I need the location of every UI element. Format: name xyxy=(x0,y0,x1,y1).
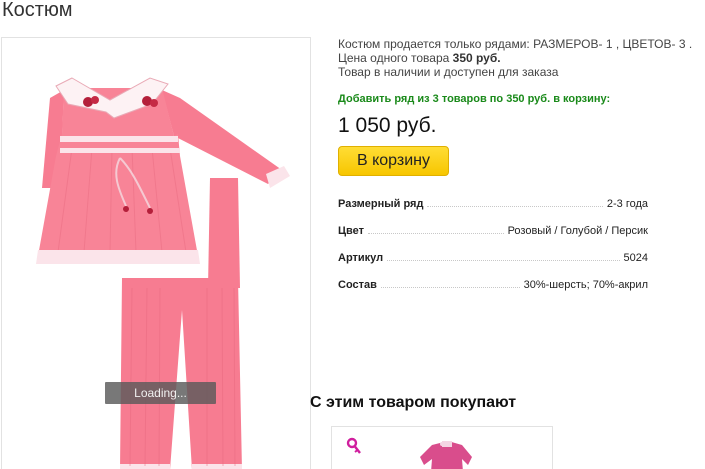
unit-price-value: 350 руб. xyxy=(452,51,501,65)
spec-dots xyxy=(368,233,504,234)
spec-label: Состав xyxy=(338,279,377,291)
spec-composition-row: Состав 30%-шерсть; 70%-акрил xyxy=(338,275,648,291)
spec-dots xyxy=(380,287,520,288)
spec-value: Розовый / Голубой / Персик xyxy=(507,225,648,237)
loading-overlay: Loading... xyxy=(105,382,216,404)
spec-value: 30%-шерсть; 70%-акрил xyxy=(523,279,648,291)
spec-label: Цвет xyxy=(338,225,365,237)
product-price: 1 050 руб. xyxy=(338,114,437,137)
spec-dots xyxy=(387,260,620,261)
related-product-card[interactable] xyxy=(331,426,553,469)
related-product-image[interactable] xyxy=(406,435,496,469)
add-row-text: Добавить ряд из 3 товаров по 350 руб. в … xyxy=(338,93,611,105)
key-icon[interactable] xyxy=(346,437,362,455)
availability-info: Товар в наличии и доступен для заказа xyxy=(338,65,559,79)
spec-size-row: Размерный ряд 2-3 года xyxy=(338,194,648,210)
spec-article-row: Артикул 5024 xyxy=(338,248,648,264)
spec-label: Артикул xyxy=(338,252,384,264)
spec-dots xyxy=(427,206,603,207)
product-image-frame[interactable]: Loading... xyxy=(1,37,311,469)
product-info: Костюм продается только рядами: РАЗМЕРОВ… xyxy=(338,37,698,79)
row-sale-info: Костюм продается только рядами: РАЗМЕРОВ… xyxy=(338,37,693,51)
related-products-title: С этим товаром покупают xyxy=(310,394,517,411)
spec-color-row: Цвет Розовый / Голубой / Персик xyxy=(338,221,648,237)
page-title: Костюм xyxy=(2,0,73,21)
spec-value: 2-3 года xyxy=(606,198,648,210)
unit-price-info: Цена одного товара 350 руб. xyxy=(338,51,698,65)
unit-price-label: Цена одного товара xyxy=(338,51,453,65)
add-to-cart-button[interactable]: В корзину xyxy=(338,146,449,176)
spec-value: 5024 xyxy=(623,252,648,264)
product-image[interactable] xyxy=(2,38,311,469)
spec-label: Размерный ряд xyxy=(338,198,424,210)
